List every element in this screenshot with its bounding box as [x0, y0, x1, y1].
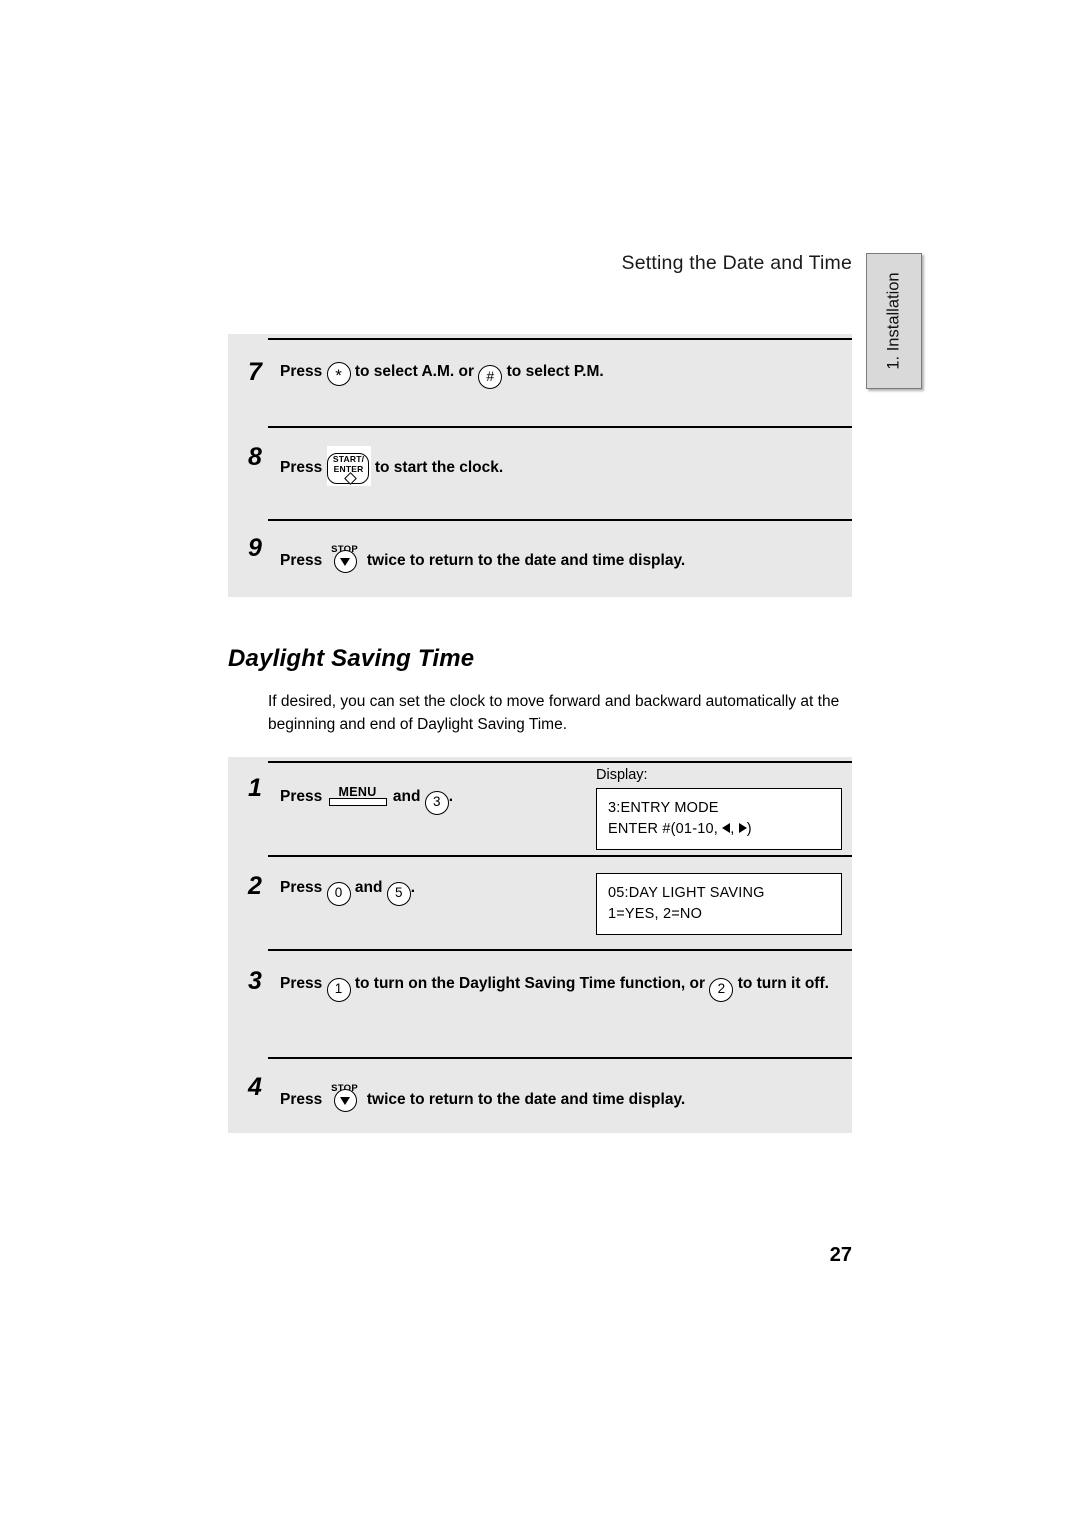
display-1-line-2-post: ) [746, 821, 752, 837]
step-text-9: Press STOP twice to return to the date a… [280, 538, 850, 578]
display-box-2: 05:DAY LIGHT SAVING 1=YES, 2=NO [596, 873, 842, 935]
press-label-9: Press [280, 552, 323, 569]
step-3-end-text-2: off. [804, 975, 829, 992]
display-2-line-2: 1=YES, 2=NO [608, 906, 703, 922]
asterisk-key-icon[interactable]: * [326, 362, 351, 386]
divider-top-1 [268, 338, 852, 340]
display-box-1: 3:ENTRY MODE ENTER #(01-10, , ) [596, 788, 842, 850]
step-4-end-text: twice to return to the date and time dis… [366, 1091, 686, 1108]
manual-page: Setting the Date and Time 1. Installatio… [0, 0, 1080, 1528]
step-number-3: 3 [248, 967, 262, 995]
page-header-title: Setting the Date and Time [621, 252, 852, 274]
display-1-line-2-pre: ENTER #(01-10, [608, 821, 718, 837]
display-1-line-2-comma: , [730, 821, 735, 837]
step-2-and-text: and [354, 879, 383, 896]
divider-bottom-2 [268, 855, 852, 857]
start-enter-line2: ENTER [333, 463, 364, 474]
step-7-mid-text: to select A.M. or [354, 363, 475, 380]
step-7-end-text: to select P.M. [506, 363, 604, 380]
menu-key-icon[interactable]: MENU [327, 780, 389, 810]
menu-key-bar [328, 798, 387, 806]
step-text-1: Press MENU and 3. [280, 780, 580, 815]
press-label-2: Press [280, 879, 323, 896]
step-1-and-text: and [392, 788, 421, 805]
step-number-1: 1 [248, 774, 262, 802]
step-8-end-text: to start the clock. [374, 459, 504, 476]
display-2-line-1: 05:DAY LIGHT SAVING [608, 885, 765, 901]
step-text-2: Press 0 and 5. [280, 876, 580, 906]
step-number-2: 2 [248, 872, 262, 900]
step-3-mid-text: to turn on the Daylight Saving Time func… [354, 975, 706, 992]
press-label-3: Press [280, 975, 323, 992]
step-3-end-text: to turn it [737, 975, 801, 992]
step-text-4: Press STOP twice to return to the date a… [280, 1077, 850, 1117]
section-tab: 1. Installation [866, 253, 922, 389]
step-number-7: 7 [248, 358, 262, 386]
divider-top-2 [268, 426, 852, 428]
step-1-period: . [448, 788, 454, 805]
stop-key-circle-2 [333, 1089, 357, 1112]
start-enter-key-text: START/ ENTER [327, 454, 371, 474]
step-number-4: 4 [248, 1073, 262, 1101]
divider-bottom-3 [268, 949, 852, 951]
section-paragraph: If desired, you can set the clock to mov… [268, 693, 840, 733]
divider-top-3 [268, 519, 852, 521]
step-9-end-text: twice to return to the date and time dis… [366, 552, 686, 569]
page-number: 27 [829, 1244, 852, 1266]
press-label-8: Press [280, 459, 323, 476]
hash-key-icon[interactable]: # [478, 365, 503, 389]
section-tab-label: 1. Installation [884, 272, 903, 370]
press-label-7: Press [280, 363, 323, 380]
section-heading: Daylight Saving Time [228, 645, 475, 672]
digit-key-1-icon[interactable]: 1 [326, 978, 351, 1002]
right-arrow-icon [738, 823, 747, 833]
divider-bottom-4 [268, 1057, 852, 1059]
digit-key-0-icon[interactable]: 0 [326, 882, 351, 906]
start-enter-key-icon[interactable]: START/ ENTER [326, 446, 371, 486]
digit-key-5-icon[interactable]: 5 [386, 882, 411, 906]
step-text-3: Press 1 to turn on the Daylight Saving T… [280, 972, 852, 1002]
display-1-line-1: 3:ENTRY MODE [608, 800, 719, 816]
divider-bottom-1 [268, 761, 852, 763]
stop-key-icon-2[interactable]: STOP [327, 1077, 363, 1117]
digit-key-3-icon[interactable]: 3 [424, 791, 449, 815]
stop-key-circle [333, 550, 357, 573]
start-enter-line1: START/ [332, 454, 365, 464]
step-text-7: Press * to select A.M. or # to select P.… [280, 360, 850, 389]
step-number-8: 8 [248, 443, 262, 471]
step-2-period: . [410, 879, 416, 896]
step-number-9: 9 [248, 534, 262, 562]
display-1-line-2: ENTER #(01-10, , ) [608, 819, 831, 840]
press-label-4: Press [280, 1091, 323, 1108]
digit-key-2-icon[interactable]: 2 [709, 978, 734, 1002]
display-label: Display: [596, 767, 648, 783]
press-label-1: Press [280, 788, 323, 805]
step-text-8: Press START/ ENTER to start the clock. [280, 446, 850, 486]
stop-key-icon[interactable]: STOP [327, 538, 363, 578]
